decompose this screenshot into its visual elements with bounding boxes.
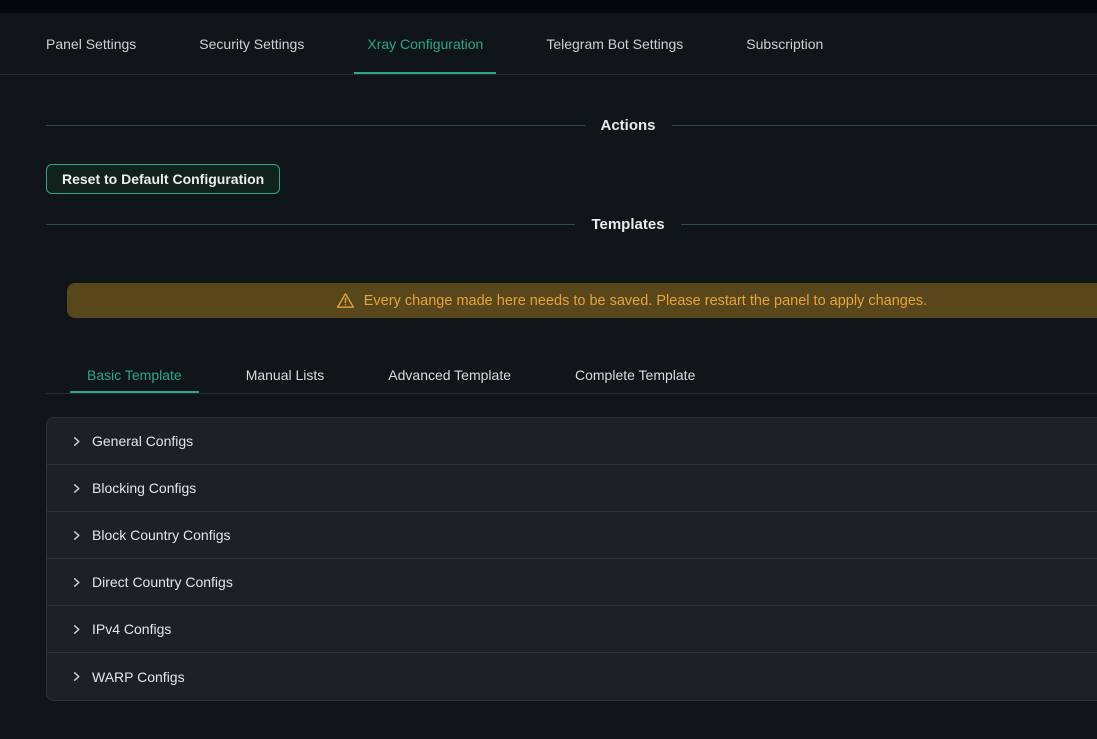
actions-divider: Actions bbox=[46, 117, 1097, 134]
collapse-block-country-configs[interactable]: Block Country Configs bbox=[47, 512, 1097, 559]
collapse-general-configs[interactable]: General Configs bbox=[47, 418, 1097, 465]
reset-to-default-button[interactable]: Reset to Default Configuration bbox=[46, 164, 280, 194]
top-strip bbox=[0, 0, 1097, 13]
collapse-ipv4-configs[interactable]: IPv4 Configs bbox=[47, 606, 1097, 653]
divider-line bbox=[46, 125, 585, 126]
tab-subscription[interactable]: Subscription bbox=[733, 13, 836, 74]
templates-divider: Templates bbox=[46, 216, 1097, 233]
templates-divider-title: Templates bbox=[591, 216, 664, 233]
divider-line bbox=[672, 125, 1097, 126]
restart-warning-alert: Every change made here needs to be saved… bbox=[67, 283, 1097, 318]
tab-telegram-bot-settings[interactable]: Telegram Bot Settings bbox=[533, 13, 696, 74]
divider-line bbox=[681, 224, 1097, 225]
tab-panel-settings[interactable]: Panel Settings bbox=[33, 13, 149, 74]
collapse-row-label: IPv4 Configs bbox=[92, 621, 171, 637]
collapse-warp-configs[interactable]: WARP Configs bbox=[47, 653, 1097, 700]
chevron-right-icon bbox=[71, 671, 82, 682]
tab-security-settings[interactable]: Security Settings bbox=[186, 13, 317, 74]
tab-basic-template[interactable]: Basic Template bbox=[70, 356, 199, 393]
collapse-blocking-configs[interactable]: Blocking Configs bbox=[47, 465, 1097, 512]
xray-configuration-panel: Actions Reset to Default Configuration T… bbox=[46, 75, 1097, 701]
restart-warning-text: Every change made here needs to be saved… bbox=[364, 293, 927, 309]
main-tabbar: Panel Settings Security Settings Xray Co… bbox=[0, 13, 1097, 75]
template-tabbar: Basic Template Manual Lists Advanced Tem… bbox=[46, 356, 1097, 394]
tab-xray-configuration[interactable]: Xray Configuration bbox=[354, 13, 496, 74]
chevron-right-icon bbox=[71, 436, 82, 447]
collapse-row-label: Direct Country Configs bbox=[92, 574, 233, 590]
collapse-row-label: Block Country Configs bbox=[92, 527, 231, 543]
chevron-right-icon bbox=[71, 577, 82, 588]
collapse-row-label: General Configs bbox=[92, 433, 193, 449]
chevron-right-icon bbox=[71, 483, 82, 494]
collapse-row-label: Blocking Configs bbox=[92, 480, 196, 496]
collapse-direct-country-configs[interactable]: Direct Country Configs bbox=[47, 559, 1097, 606]
tab-manual-lists[interactable]: Manual Lists bbox=[229, 356, 342, 393]
chevron-right-icon bbox=[71, 530, 82, 541]
tab-complete-template[interactable]: Complete Template bbox=[558, 356, 712, 393]
warning-triangle-icon bbox=[336, 291, 355, 310]
chevron-right-icon bbox=[71, 624, 82, 635]
config-collapse-list: General Configs Blocking Configs Block C… bbox=[46, 417, 1097, 701]
collapse-row-label: WARP Configs bbox=[92, 669, 185, 685]
actions-divider-title: Actions bbox=[601, 117, 656, 134]
tab-advanced-template[interactable]: Advanced Template bbox=[371, 356, 528, 393]
divider-line bbox=[46, 224, 575, 225]
